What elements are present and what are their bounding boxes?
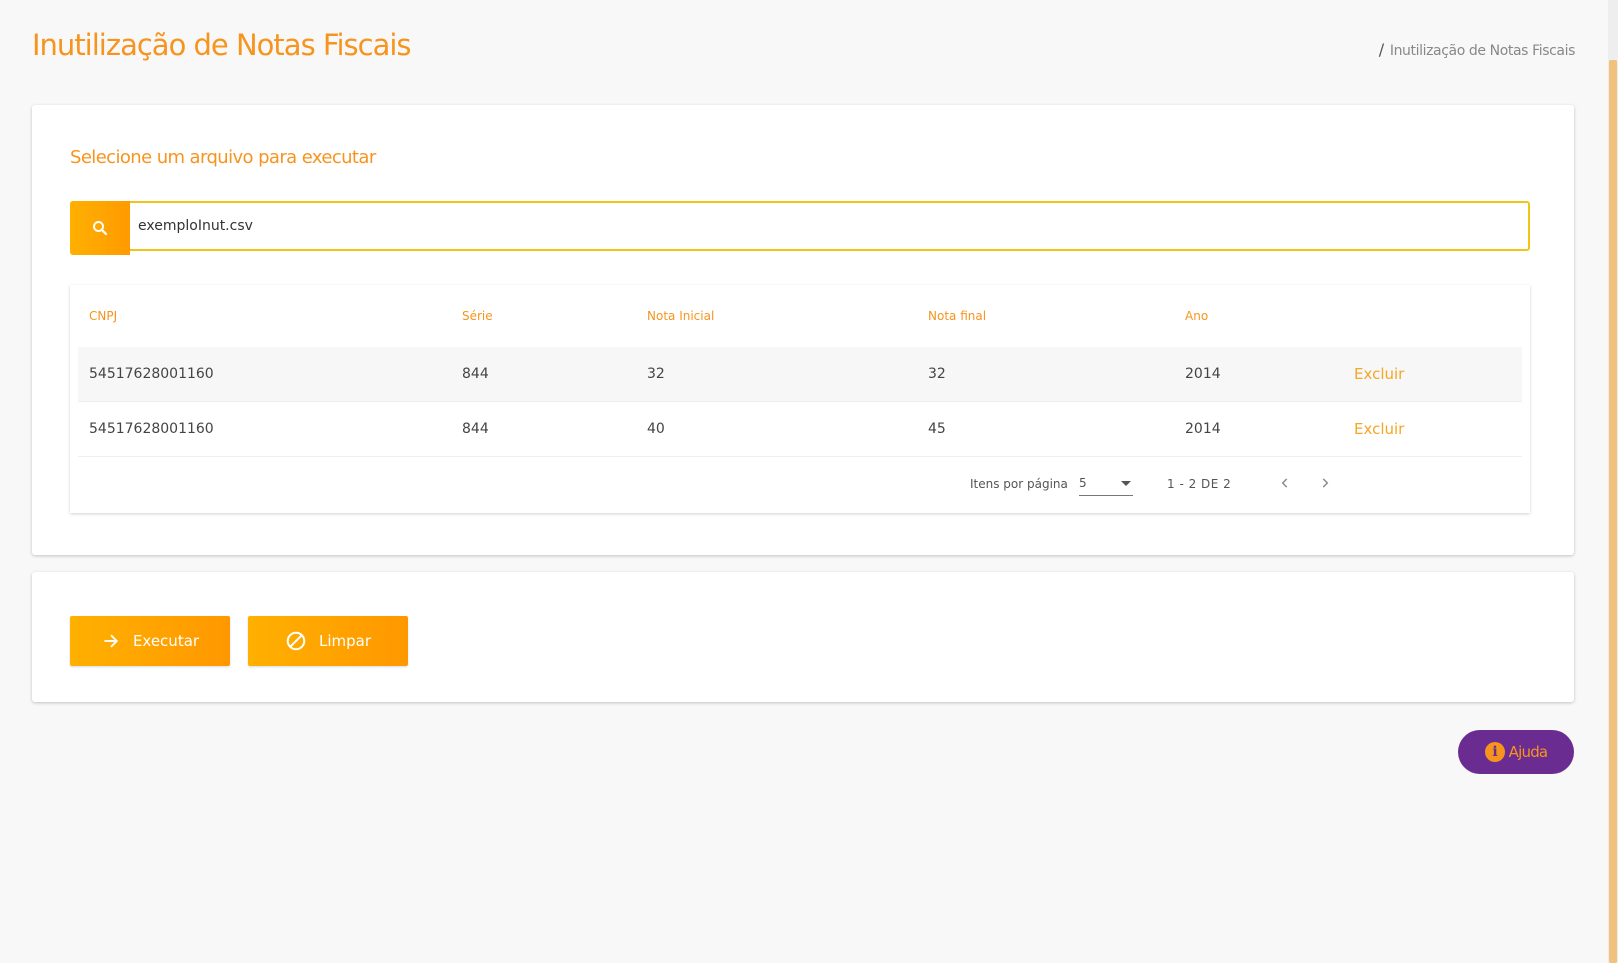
previous-page-button[interactable]: [1273, 471, 1297, 495]
column-header-cnpj: CNPJ: [89, 309, 118, 323]
table-row: 54517628001160 844 40 45 2014 Excluir: [78, 401, 1522, 457]
chevron-right-icon: [1322, 478, 1329, 488]
page-size-select[interactable]: 5: [1079, 473, 1133, 496]
cell-cnpj: 54517628001160: [78, 401, 451, 457]
next-page-button[interactable]: [1313, 471, 1337, 495]
page-title: Inutilização de Notas Fiscais: [32, 28, 412, 62]
page-range-label: 1 - 2 DE 2: [1167, 477, 1232, 491]
cell-nota-inicial: 40: [636, 401, 917, 457]
search-icon: [93, 221, 108, 236]
cell-nota-final: 32: [917, 347, 1174, 402]
breadcrumb-current: Inutilização de Notas Fiscais: [1389, 43, 1576, 59]
notes-table-card: CNPJ Série Nota Inicial Nota final Ano 5…: [70, 285, 1530, 513]
upload-card: Selecione um arquivo para executar CNPJ …: [32, 105, 1574, 555]
execute-button[interactable]: Executar: [70, 616, 230, 666]
delete-row-link[interactable]: Excluir: [1354, 365, 1404, 383]
block-icon: [285, 630, 307, 652]
column-header-nota-final: Nota final: [928, 309, 987, 323]
table-header-row: CNPJ Série Nota Inicial Nota final Ano: [78, 285, 1522, 347]
file-input[interactable]: [138, 203, 1518, 249]
cell-ano: 2014: [1174, 347, 1343, 402]
arrow-right-icon: [101, 631, 121, 651]
help-button-label: Ajuda: [1508, 743, 1548, 761]
actions-card: Executar Limpar: [32, 572, 1574, 702]
page-scrollbar[interactable]: [1608, 0, 1618, 963]
section-title: Selecione um arquivo para executar: [70, 147, 376, 168]
column-header-ano: Ano: [1185, 309, 1209, 323]
cell-ano: 2014: [1174, 401, 1343, 457]
file-selector[interactable]: [70, 201, 1530, 255]
cell-nota-inicial: 32: [636, 347, 917, 402]
info-icon: i: [1484, 742, 1505, 762]
cell-cnpj: 54517628001160: [78, 347, 451, 402]
paginator: Itens por página 5 1 - 2 DE 2: [970, 457, 1530, 513]
help-button[interactable]: i Ajuda: [1458, 730, 1574, 774]
execute-button-label: Executar: [132, 632, 200, 650]
page-size-value: 5: [1079, 476, 1087, 490]
cell-actions: Excluir: [1343, 401, 1522, 457]
page-scrollbar-thumb[interactable]: [1609, 60, 1617, 963]
chevron-left-icon: [1281, 478, 1288, 488]
column-header-serie: Série: [462, 309, 493, 323]
search-button[interactable]: [70, 201, 130, 255]
breadcrumb-separator: /: [1378, 40, 1384, 59]
column-header-nota-inicial: Nota Inicial: [647, 309, 715, 323]
table-row: 54517628001160 844 32 32 2014 Excluir: [78, 347, 1522, 402]
clear-button-label: Limpar: [318, 632, 372, 650]
cell-serie: 844: [451, 347, 636, 402]
delete-row-link[interactable]: Excluir: [1354, 420, 1404, 438]
notes-table: CNPJ Série Nota Inicial Nota final Ano 5…: [78, 285, 1522, 457]
cell-nota-final: 45: [917, 401, 1174, 457]
cell-actions: Excluir: [1343, 347, 1522, 402]
breadcrumb: / Inutilização de Notas Fiscais: [1378, 40, 1576, 59]
items-per-page-label: Itens por página: [970, 477, 1068, 491]
column-header-actions: [1343, 285, 1522, 347]
caret-down-icon: [1121, 481, 1131, 486]
cell-serie: 844: [451, 401, 636, 457]
clear-button[interactable]: Limpar: [248, 616, 408, 666]
